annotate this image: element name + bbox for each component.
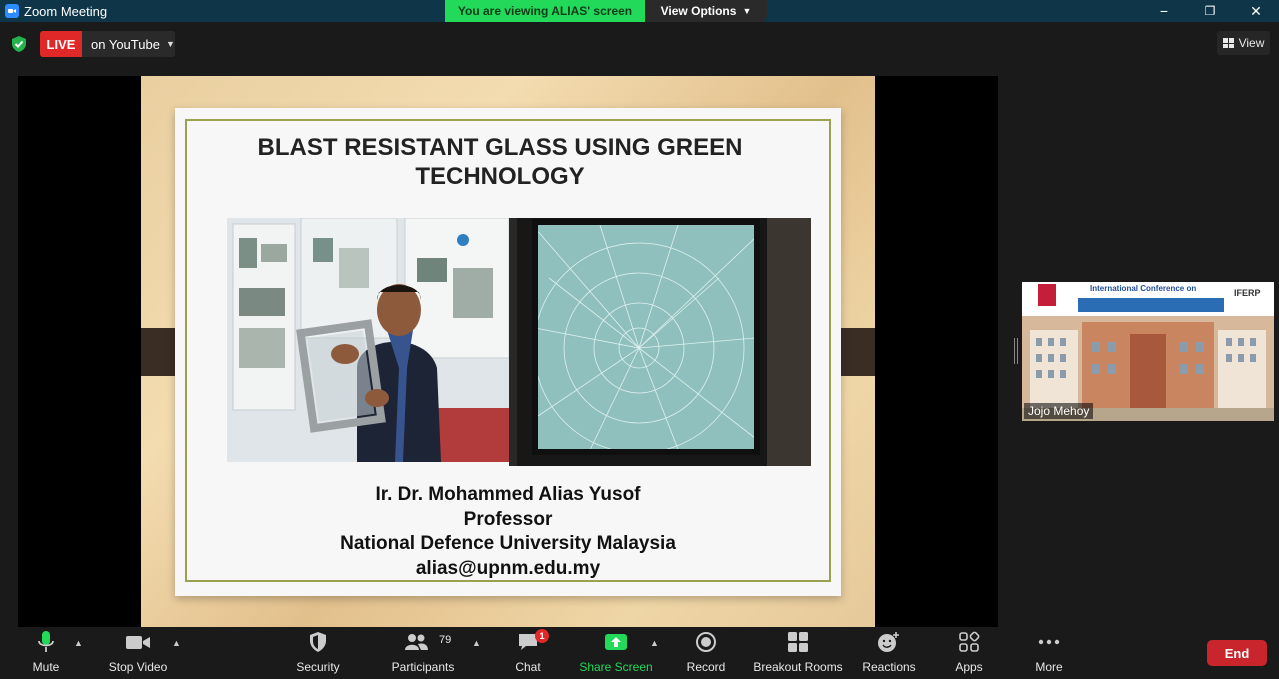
live-streaming-button[interactable]: LIVE on YouTube ▼ [40, 31, 175, 57]
conference-poster-image [1022, 282, 1274, 421]
share-screen-icon [604, 627, 628, 657]
security-button[interactable]: Security [292, 627, 344, 679]
more-icon [1037, 627, 1061, 657]
microphone-icon [36, 627, 56, 657]
record-button[interactable]: Record [684, 627, 728, 679]
breakout-rooms-label: Breakout Rooms [753, 660, 843, 674]
presenter-name: Ir. Dr. Mohammed Alias Yusof [375, 484, 641, 505]
view-options-label: View Options [660, 4, 737, 18]
video-camera-icon [125, 627, 151, 657]
view-label: View [1238, 36, 1265, 50]
apps-icon [958, 627, 980, 657]
shield-check-icon[interactable] [10, 35, 28, 53]
chat-label: Chat [515, 660, 541, 674]
mute-label: Mute [32, 660, 60, 674]
participants-button[interactable]: 79 Participants [388, 627, 458, 679]
participants-options-caret[interactable]: ▲ [472, 638, 481, 648]
slide-background: BLAST RESISTANT GLASS USING GREEN TECHNO… [141, 76, 875, 627]
breakout-rooms-button[interactable]: Breakout Rooms [752, 627, 844, 679]
presenter-institution: National Defence University Malaysia [340, 533, 676, 554]
view-options-button[interactable]: View Options ▼ [645, 0, 767, 22]
live-badge: LIVE [40, 31, 82, 57]
participant-video-tile[interactable]: International Conference on IFERP Jojo M… [1022, 282, 1274, 421]
grid-view-icon [1222, 38, 1234, 48]
presenter-email: alias@upnm.edu.my [415, 557, 601, 579]
chat-button[interactable]: 1 Chat [510, 627, 549, 679]
presenter-info: Ir. Dr. Mohammed Alias Yusof Professor N… [225, 483, 791, 581]
slide-title: BLAST RESISTANT GLASS USING GREEN TECHNO… [225, 133, 775, 191]
participants-icon: 79 [388, 627, 458, 657]
mute-button[interactable]: Mute [24, 627, 68, 679]
video-options-caret[interactable]: ▲ [172, 638, 181, 648]
slide-title-line2: TECHNOLOGY [415, 163, 585, 190]
panel-resize-handle[interactable] [1014, 338, 1018, 364]
end-meeting-button[interactable]: End [1207, 640, 1267, 666]
shattered-glass-photo [509, 218, 811, 466]
chevron-down-icon: ▼ [742, 6, 752, 16]
reactions-icon [877, 627, 901, 657]
participant-name: Jojo Mehoy [1024, 403, 1094, 419]
viewing-banner: You are viewing ALIAS' screen [445, 0, 645, 22]
presenter-position: Professor [463, 508, 553, 530]
share-options-caret[interactable]: ▲ [650, 638, 659, 648]
window-title: Zoom Meeting [24, 3, 108, 19]
view-button[interactable]: View [1217, 31, 1270, 55]
apps-button[interactable]: Apps [952, 627, 986, 679]
participants-count: 79 [439, 634, 452, 646]
chevron-down-icon: ▼ [165, 39, 175, 49]
slide-card: BLAST RESISTANT GLASS USING GREEN TECHNO… [175, 108, 841, 596]
live-target: on YouTube [91, 36, 160, 52]
poster-heading: International Conference on [1090, 284, 1197, 293]
close-button[interactable]: ✕ [1233, 0, 1279, 22]
participants-label: Participants [391, 660, 455, 674]
mute-options-caret[interactable]: ▲ [74, 638, 83, 648]
restore-button[interactable]: ❐ [1187, 0, 1233, 22]
stop-video-label: Stop Video [108, 660, 168, 674]
shared-screen: BLAST RESISTANT GLASS USING GREEN TECHNO… [18, 76, 998, 627]
slide-title-line1: BLAST RESISTANT GLASS USING GREEN [257, 134, 743, 161]
reactions-button[interactable]: Reactions [860, 627, 918, 679]
security-label: Security [296, 660, 340, 674]
presenter-photo [227, 218, 509, 462]
more-label: More [1035, 660, 1063, 674]
breakout-rooms-icon [787, 627, 809, 657]
stop-video-button[interactable]: Stop Video [104, 627, 172, 679]
reactions-label: Reactions [862, 660, 916, 674]
apps-label: Apps [955, 660, 983, 674]
zoom-logo-icon [5, 4, 19, 18]
poster-logo: IFERP [1234, 288, 1261, 298]
zoom-meeting-window: Zoom Meeting You are viewing ALIAS' scre… [0, 0, 1279, 679]
meeting-toolbar: Mute ▲ Stop Video ▲ Security 79 Particip… [0, 627, 1279, 679]
share-screen-button[interactable]: Share Screen [579, 627, 653, 679]
minimize-button[interactable]: − [1141, 0, 1187, 22]
chat-bubble-icon: 1 [517, 627, 549, 657]
more-button[interactable]: More [1030, 627, 1068, 679]
record-icon [695, 627, 717, 657]
record-label: Record [686, 660, 726, 674]
security-shield-icon [308, 627, 328, 657]
chat-unread-badge: 1 [535, 629, 549, 643]
share-screen-label: Share Screen [579, 660, 653, 674]
